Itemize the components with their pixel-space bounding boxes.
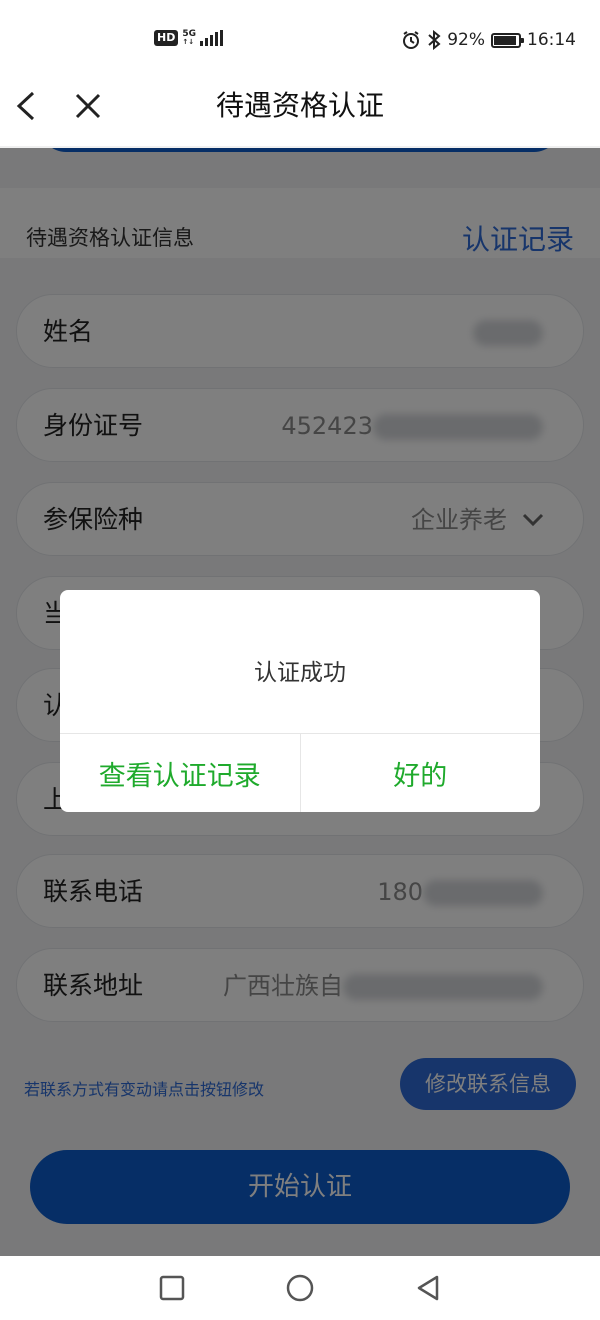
hd-badge: HD — [154, 30, 179, 46]
home-button[interactable] — [282, 1270, 318, 1306]
view-records-button[interactable]: 查看认证记录 — [60, 734, 300, 812]
status-right: 92% 16:14 — [401, 30, 576, 50]
battery-icon — [491, 32, 524, 48]
back-nav-button[interactable] — [410, 1270, 446, 1306]
clock: 16:14 — [527, 30, 576, 50]
square-icon — [159, 1275, 185, 1301]
battery-percent: 92% — [447, 30, 485, 50]
circle-icon — [286, 1274, 314, 1302]
alarm-icon — [403, 31, 420, 49]
header-shadow — [0, 146, 600, 148]
status-bar: HD 5G ↑↓ 92% 16:14 — [0, 0, 600, 64]
signal-icon — [200, 30, 223, 46]
recent-apps-button[interactable] — [154, 1270, 190, 1306]
status-left: HD 5G ↑↓ — [154, 30, 223, 46]
page-title: 待遇资格认证 — [215, 89, 384, 122]
app-header: 待遇资格认证 — [0, 64, 600, 148]
dialog-message: 认证成功 — [254, 660, 346, 686]
network-type: 5G ↑↓ — [182, 29, 196, 46]
dialog-actions: 查看认证记录 好的 — [60, 733, 540, 812]
success-dialog: 认证成功 查看认证记录 好的 — [60, 590, 540, 812]
triangle-back-icon — [417, 1275, 439, 1301]
system-nav-bar — [0, 1256, 600, 1320]
ok-button[interactable]: 好的 — [299, 734, 541, 812]
bluetooth-icon — [428, 30, 441, 50]
